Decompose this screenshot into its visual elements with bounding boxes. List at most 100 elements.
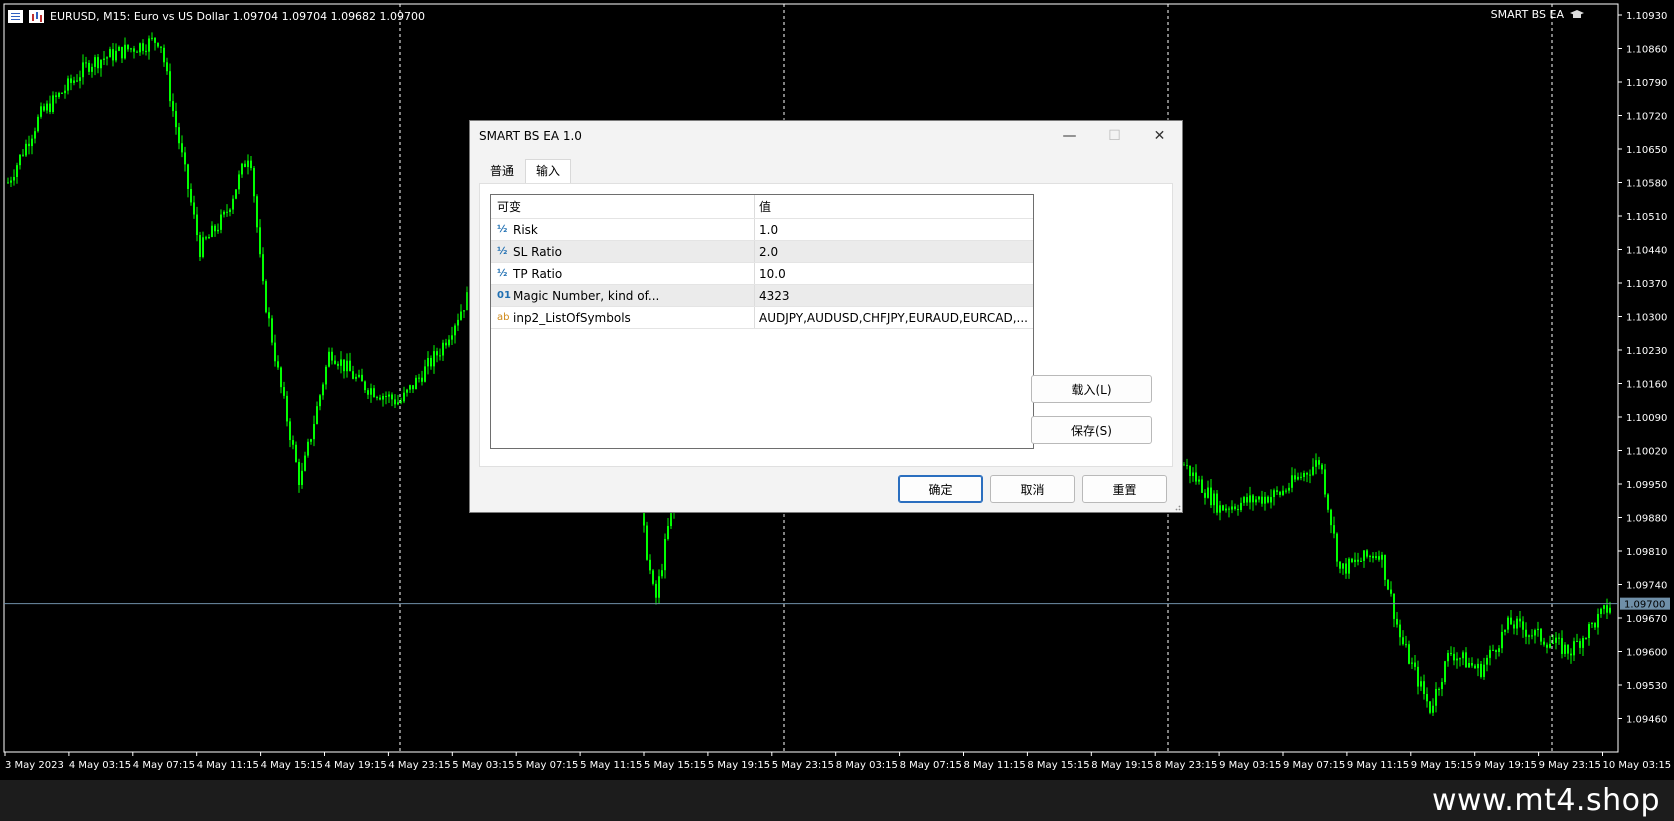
candle-body — [1330, 509, 1332, 526]
price-label: 1.09810 — [1626, 547, 1667, 558]
candle-body — [439, 355, 441, 357]
candle-body — [1384, 554, 1386, 580]
candle-body — [1510, 617, 1512, 625]
candle-body — [196, 214, 198, 236]
candle-body — [169, 71, 171, 102]
time-label: 3 May 2023 — [5, 760, 64, 771]
time-label: 8 May 15:15 — [1027, 760, 1089, 771]
candle-body — [334, 360, 336, 364]
candle-body — [1225, 508, 1227, 511]
candle-body — [1270, 497, 1272, 503]
candle-body — [97, 57, 99, 69]
table-row[interactable]: 01 Magic Number, kind of... 4323 — [491, 285, 1033, 307]
candle-body — [1336, 533, 1338, 562]
candle-body — [337, 363, 339, 366]
candle-body — [1585, 638, 1587, 640]
candle-body — [412, 385, 414, 390]
candle-body — [1396, 618, 1398, 625]
expert-advisor-label[interactable]: SMART BS EA — [1491, 8, 1584, 21]
candle-body — [235, 189, 237, 199]
candle-body — [1318, 460, 1320, 465]
candle-body — [115, 50, 117, 61]
candle-body — [313, 424, 315, 440]
param-value[interactable]: 10.0 — [755, 263, 1033, 284]
candle-body — [451, 335, 453, 340]
table-row[interactable]: ½ SL Ratio 2.0 — [491, 241, 1033, 263]
candle-body — [655, 583, 657, 598]
candle-body — [400, 401, 402, 403]
param-value[interactable]: AUDJPY,AUDUSD,CHFJPY,EURAUD,EURCAD,... — [755, 307, 1033, 328]
candle-body — [409, 385, 411, 390]
save-button[interactable]: 保存(S) — [1031, 416, 1152, 444]
table-row[interactable]: ½ Risk 1.0 — [491, 219, 1033, 241]
time-label: 5 May 07:15 — [516, 760, 578, 771]
candle-body — [1411, 662, 1413, 664]
price-label: 1.09740 — [1626, 581, 1667, 592]
tab-common[interactable]: 普通 — [479, 159, 525, 183]
candle-body — [1546, 644, 1548, 648]
candle-body — [25, 143, 27, 156]
string-type-icon: ab — [497, 312, 510, 323]
current-price-label: 1.09700 — [1624, 600, 1665, 611]
price-label: 1.10650 — [1626, 145, 1667, 156]
candle-body — [454, 325, 456, 336]
time-label: 9 May 03:15 — [1219, 760, 1281, 771]
cancel-button[interactable]: 取消 — [990, 475, 1075, 503]
price-label: 1.09530 — [1626, 681, 1667, 692]
candle-body — [1345, 563, 1347, 574]
table-row[interactable]: ½ TP Ratio 10.0 — [491, 263, 1033, 285]
load-button[interactable]: 载入(L) — [1031, 375, 1152, 403]
price-label: 1.10300 — [1626, 313, 1667, 324]
param-name: TP Ratio — [513, 266, 563, 281]
candle-body — [106, 57, 108, 59]
candle-body — [1429, 701, 1431, 713]
candle-body — [184, 152, 186, 165]
candle-body — [1213, 493, 1215, 506]
minimize-button[interactable]: — — [1047, 121, 1092, 151]
candle-body — [1471, 662, 1473, 666]
candle-body — [1192, 472, 1194, 477]
candle-body — [364, 381, 366, 391]
price-label: 1.09600 — [1626, 648, 1667, 659]
dialog-title-bar[interactable]: SMART BS EA 1.0 — ☐ ✕ — [470, 121, 1182, 151]
list-icon[interactable] — [8, 9, 23, 23]
candle-body — [1231, 506, 1233, 510]
candle-body — [259, 227, 261, 255]
watermark: www.mt4.shop — [1431, 783, 1660, 818]
column-header-variable[interactable]: 可变 — [491, 195, 755, 218]
tab-inputs[interactable]: 输入 — [525, 159, 572, 184]
price-label: 1.10370 — [1626, 279, 1667, 290]
column-header-value[interactable]: 值 — [755, 195, 1033, 218]
param-value[interactable]: 4323 — [755, 285, 1033, 306]
candle-body — [388, 394, 390, 397]
graduation-cap-icon[interactable] — [1570, 9, 1584, 20]
candle-body — [1564, 644, 1566, 654]
param-value[interactable]: 2.0 — [755, 241, 1033, 262]
candle-body — [112, 49, 114, 61]
table-row[interactable]: ab inp2_ListOfSymbols AUDJPY,AUDUSD,CHFJP… — [491, 307, 1033, 329]
candle-body — [346, 360, 348, 372]
candle-body — [1339, 561, 1341, 569]
ok-button[interactable]: 确定 — [898, 475, 983, 503]
candle-body — [133, 48, 135, 52]
candle-body — [55, 95, 57, 97]
close-button[interactable]: ✕ — [1137, 121, 1182, 151]
candle-body — [1591, 622, 1593, 625]
candle-body — [1423, 681, 1425, 695]
candle-body — [220, 214, 222, 230]
candle-body — [1402, 637, 1404, 645]
candle-body — [289, 421, 291, 441]
reset-button[interactable]: 重置 — [1082, 475, 1167, 503]
candle-body — [304, 455, 306, 471]
candle-body — [1522, 621, 1524, 630]
param-value[interactable]: 1.0 — [755, 219, 1033, 240]
watermark-bar: www.mt4.shop — [0, 780, 1674, 821]
candle-body — [241, 163, 243, 175]
candle-body — [376, 397, 378, 399]
time-label: 5 May 19:15 — [708, 760, 770, 771]
resize-grip-icon[interactable] — [1173, 503, 1181, 511]
bar-chart-icon[interactable] — [29, 9, 44, 23]
candle-body — [1198, 479, 1200, 482]
price-label: 1.10230 — [1626, 346, 1667, 357]
candle-body — [1525, 629, 1527, 637]
